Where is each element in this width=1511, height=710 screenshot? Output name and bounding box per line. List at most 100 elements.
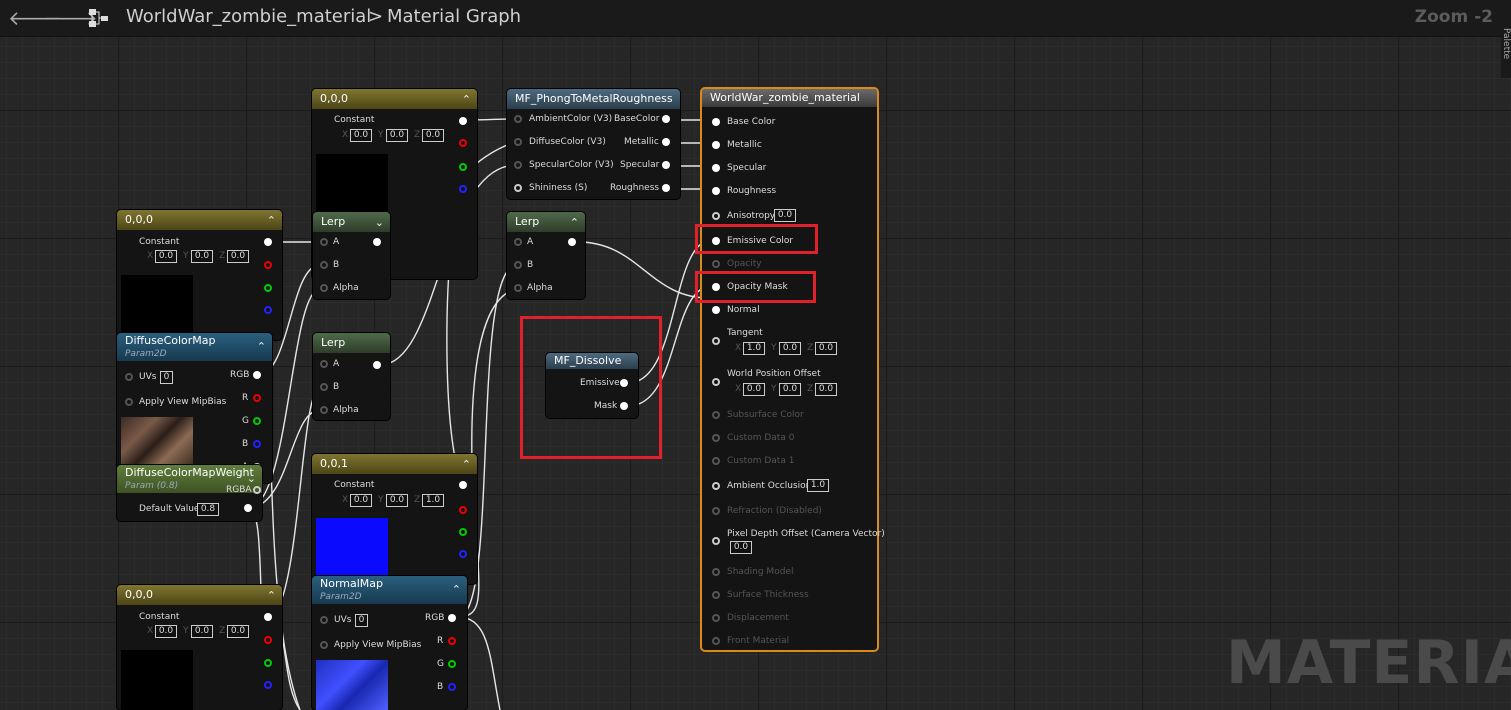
anisotropy-input[interactable]: 0.0	[774, 209, 796, 222]
output-pin[interactable]	[373, 361, 381, 369]
input-pin-specular[interactable]	[514, 161, 522, 169]
node-header[interactable]: DiffuseColorMap Param2D ⌃	[117, 333, 272, 361]
tangent-y-input[interactable]: 0.0	[779, 342, 801, 355]
chevron-up-icon[interactable]: ⌃	[257, 339, 266, 355]
input-pin-a[interactable]	[320, 238, 328, 246]
input-pin-alpha[interactable]	[320, 406, 328, 414]
uvs-input[interactable]: 0	[355, 614, 368, 627]
node-header[interactable]: Lerp ⌃	[507, 212, 585, 232]
output-pin-b[interactable]	[253, 440, 261, 448]
constant-node-left-2[interactable]: 0,0,0 ⌃ Constant X 0.0 Y 0.0 Z 0.0	[117, 585, 282, 710]
input-pin-displacement[interactable]	[712, 614, 720, 622]
wpo-z-input[interactable]: 0.0	[815, 383, 837, 396]
value-y-input[interactable]: 0.0	[386, 494, 408, 507]
input-pin-custom0[interactable]	[712, 434, 720, 442]
node-header[interactable]: Lerp ⌄	[313, 212, 390, 232]
output-pin-b[interactable]	[264, 306, 272, 314]
input-pin-normal[interactable]	[712, 306, 720, 314]
normal-map-node[interactable]: NormalMap Param2D ⌃ UVs 0 Apply View MipBi…	[312, 576, 467, 710]
input-pin-metallic[interactable]	[712, 141, 720, 149]
chevron-up-icon[interactable]: ⌃	[570, 213, 579, 233]
output-pin-g[interactable]	[459, 528, 467, 536]
output-pin-roughness[interactable]	[662, 184, 670, 192]
node-header[interactable]: MF_PhongToMetalRoughness	[507, 89, 680, 109]
value-x-input[interactable]: 0.0	[350, 129, 372, 142]
value-x-input[interactable]: 0.0	[155, 625, 177, 638]
node-header[interactable]: WorldWar_zombie_material	[702, 89, 877, 107]
input-pin-thickness[interactable]	[712, 591, 720, 599]
output-pin-r[interactable]	[264, 261, 272, 269]
value-y-input[interactable]: 0.0	[191, 625, 213, 638]
constant-node-blue[interactable]: 0,0,1 ⌃ Constant X 0.0 Y 0.0 Z 1.0	[312, 454, 477, 584]
ao-input[interactable]: 1.0	[807, 479, 829, 492]
input-pin-pdo[interactable]	[712, 537, 720, 545]
lerp-node-3[interactable]: Lerp ⌃ A B Alpha	[507, 212, 585, 299]
wpo-x-input[interactable]: 0.0	[743, 383, 765, 396]
chevron-up-icon[interactable]: ⌃	[462, 90, 471, 110]
output-pin-r[interactable]	[448, 637, 456, 645]
value-x-input[interactable]: 0.0	[350, 494, 372, 507]
input-pin-a[interactable]	[320, 360, 328, 368]
input-pin-base-color[interactable]	[712, 118, 720, 126]
tangent-z-input[interactable]: 0.0	[815, 342, 837, 355]
input-pin-ao[interactable]	[712, 482, 720, 490]
output-pin-g[interactable]	[264, 284, 272, 292]
diffuse-color-map-node[interactable]: DiffuseColorMap Param2D ⌃ UVs 0 Apply View…	[117, 333, 272, 483]
node-header[interactable]: 0,0,0 ⌃	[117, 585, 282, 605]
input-pin-alpha[interactable]	[514, 284, 522, 292]
chevron-up-icon[interactable]: ⌃	[267, 586, 276, 606]
input-pin-b[interactable]	[320, 261, 328, 269]
constant-node-left-1[interactable]: 0,0,0 ⌃ Constant X 0.0 Y 0.0 Z 0.0	[117, 210, 282, 340]
input-pin-mipbias[interactable]	[125, 398, 133, 406]
output-pin[interactable]	[459, 481, 467, 489]
input-pin-anisotropy[interactable]	[712, 212, 720, 220]
chevron-down-icon[interactable]: ⌄	[375, 213, 384, 233]
input-pin-specular[interactable]	[712, 164, 720, 172]
input-pin-wpo[interactable]	[712, 378, 720, 386]
input-pin-roughness[interactable]	[712, 187, 720, 195]
material-result-node[interactable]: WorldWar_zombie_material Base Color Meta…	[700, 87, 885, 652]
input-pin-front-material[interactable]	[712, 637, 720, 645]
output-pin-g[interactable]	[459, 163, 467, 171]
output-pin-g[interactable]	[448, 660, 456, 668]
uvs-input[interactable]: 0	[160, 371, 173, 384]
output-pin-g[interactable]	[253, 417, 261, 425]
output-pin-b[interactable]	[459, 185, 467, 193]
input-pin-uvs[interactable]	[125, 373, 133, 381]
input-pin-a[interactable]	[514, 238, 522, 246]
output-pin-g[interactable]	[264, 659, 272, 667]
output-pin[interactable]	[373, 238, 381, 246]
input-pin-opacity[interactable]	[712, 260, 720, 268]
node-header[interactable]: 0,0,1 ⌃	[312, 454, 477, 474]
output-pin-r[interactable]	[264, 636, 272, 644]
value-y-input[interactable]: 0.0	[191, 250, 213, 263]
output-pin[interactable]	[459, 117, 467, 125]
wpo-y-input[interactable]: 0.0	[779, 383, 801, 396]
output-pin[interactable]	[568, 238, 576, 246]
input-pin-diffuse[interactable]	[514, 138, 522, 146]
output-pin-r[interactable]	[459, 506, 467, 514]
input-pin-custom1[interactable]	[712, 457, 720, 465]
tangent-x-input[interactable]: 1.0	[743, 342, 765, 355]
chevron-up-icon[interactable]: ⌃	[452, 582, 461, 598]
input-pin-ambient[interactable]	[514, 115, 522, 123]
input-pin-mipbias[interactable]	[320, 641, 328, 649]
output-pin-rgb[interactable]	[448, 614, 456, 622]
input-pin-b[interactable]	[320, 383, 328, 391]
value-z-input[interactable]: 0.0	[227, 625, 249, 638]
node-header[interactable]: NormalMap Param2D ⌃	[312, 576, 467, 604]
node-header[interactable]: Lerp	[313, 333, 390, 353]
input-pin-subsurface[interactable]	[712, 411, 720, 419]
input-pin-b[interactable]	[514, 261, 522, 269]
output-pin-r[interactable]	[253, 394, 261, 402]
output-pin[interactable]	[264, 238, 272, 246]
input-pin-shading[interactable]	[712, 568, 720, 576]
input-pin-shininess[interactable]	[514, 184, 522, 192]
output-pin-rgb[interactable]	[253, 371, 261, 379]
value-z-input[interactable]: 0.0	[422, 129, 444, 142]
output-pin-b[interactable]	[459, 550, 467, 558]
input-pin-refraction[interactable]	[712, 507, 720, 515]
chevron-up-icon[interactable]: ⌃	[267, 211, 276, 231]
value-z-input[interactable]: 0.0	[227, 250, 249, 263]
output-pin-basecolor[interactable]	[662, 115, 670, 123]
